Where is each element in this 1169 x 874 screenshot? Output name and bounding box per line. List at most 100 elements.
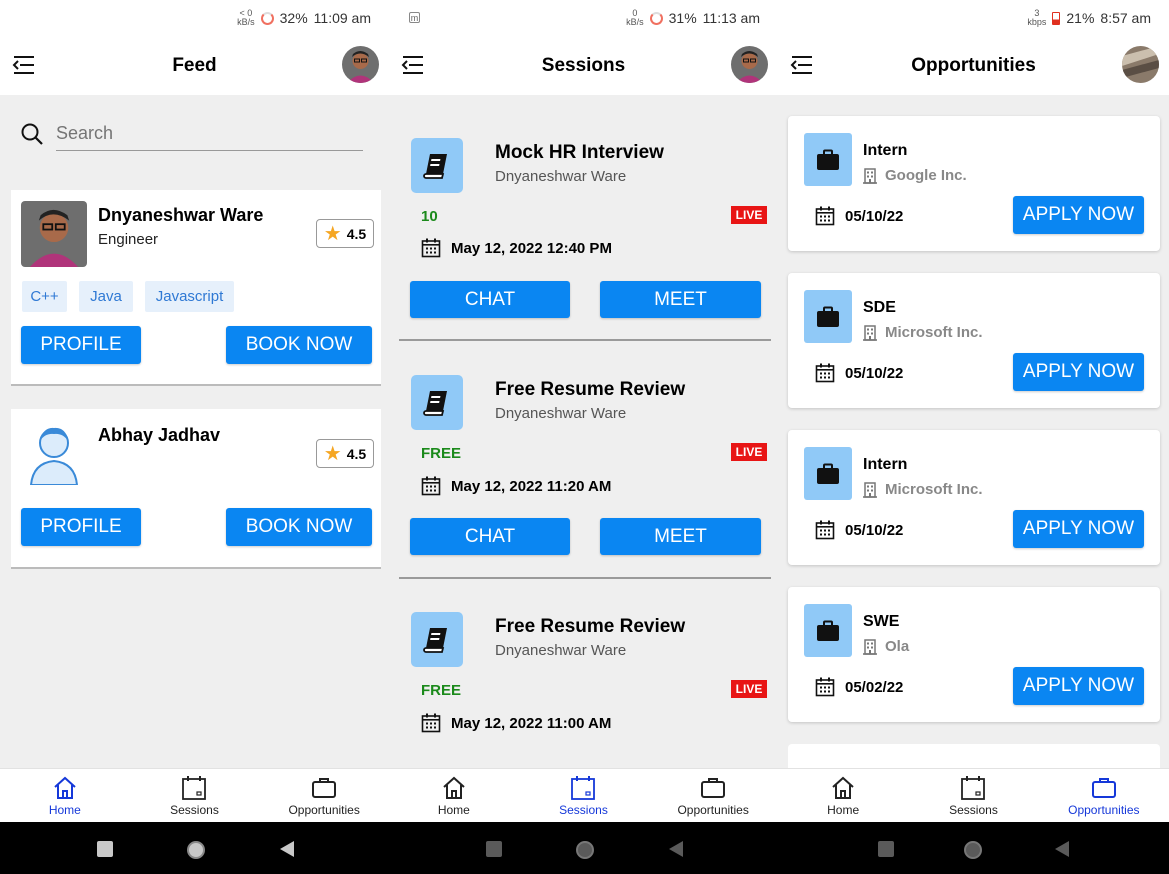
building-icon (863, 325, 877, 341)
search-icon[interactable] (20, 122, 44, 146)
app-bar: Opportunities (778, 36, 1169, 95)
nav-label: Home (437, 802, 470, 817)
network-speed-unit: kB/s (626, 17, 644, 27)
apply-now-button[interactable]: APPLY NOW (1013, 510, 1144, 548)
recents-icon[interactable] (485, 840, 503, 858)
briefcase-icon (804, 290, 852, 343)
user-placeholder-icon[interactable] (21, 419, 87, 485)
avatar[interactable] (731, 46, 768, 83)
nav-opportunities[interactable]: Opportunities (1049, 775, 1159, 817)
apply-now-button[interactable]: APPLY NOW (1013, 353, 1144, 391)
rating-badge: ★ 4.5 (316, 219, 374, 248)
briefcase-icon (700, 775, 726, 801)
notification-icon: m (409, 12, 420, 23)
avatar[interactable] (342, 46, 379, 83)
session-date: May 12, 2022 11:20 AM (421, 476, 611, 496)
opportunity-card[interactable]: SDE Microsoft Inc. 05/10/22 APPLY NOW (788, 273, 1160, 408)
nav-label: Sessions (949, 802, 998, 817)
book-now-button[interactable]: BOOK NOW (226, 326, 372, 364)
nav-label: Sessions (170, 802, 219, 817)
session-title: Free Resume Review (495, 379, 686, 400)
briefcase-icon (1091, 775, 1117, 801)
skill-tag: C++ (22, 281, 67, 312)
book-icon (411, 375, 463, 430)
network-speed-unit: kB/s (237, 17, 255, 27)
network-speed: 0 kB/s (626, 9, 644, 27)
menu-collapse-icon[interactable] (401, 55, 425, 75)
profile-button[interactable]: PROFILE (21, 508, 141, 546)
back-icon[interactable] (667, 840, 685, 858)
opportunity-role: SWE (863, 613, 900, 630)
skill-tag: Java (79, 281, 133, 312)
chat-button[interactable]: CHAT (410, 281, 570, 318)
opportunity-company: Google Inc. (863, 167, 967, 184)
session-title: Free Resume Review (495, 616, 686, 637)
back-icon[interactable] (1053, 840, 1071, 858)
menu-collapse-icon[interactable] (12, 55, 36, 75)
search-input[interactable] (56, 117, 363, 151)
nav-label: Sessions (559, 802, 608, 817)
home-button-icon[interactable] (963, 840, 983, 860)
building-icon (863, 482, 877, 498)
rating-value: 4.5 (346, 445, 367, 462)
battery-percent: 32% (279, 10, 308, 26)
session-host: Dnyaneshwar Ware (495, 642, 627, 659)
divider (399, 577, 771, 579)
bottom-nav: Home Sessions Opportunities (0, 768, 389, 822)
clock: 11:13 am (702, 10, 760, 26)
home-icon (830, 775, 856, 801)
home-button-icon[interactable] (186, 840, 206, 860)
opportunity-company: Ola (863, 638, 909, 655)
meet-button[interactable]: MEET (600, 281, 761, 318)
home-icon (441, 775, 467, 801)
session-host: Dnyaneshwar Ware (495, 168, 627, 185)
opportunity-role: Intern (863, 142, 908, 159)
apply-now-button[interactable]: APPLY NOW (1013, 196, 1144, 234)
nav-home[interactable]: Home (399, 775, 509, 817)
recents-icon[interactable] (96, 840, 114, 858)
calendar-icon (960, 775, 986, 801)
briefcase-icon (804, 447, 852, 500)
company-name: Microsoft Inc. (885, 481, 983, 498)
app-bar: Feed (0, 36, 389, 95)
nav-sessions[interactable]: Sessions (528, 775, 638, 817)
nav-opportunities[interactable]: Opportunities (269, 775, 379, 817)
nav-home[interactable]: Home (10, 775, 120, 817)
profile-button[interactable]: PROFILE (21, 326, 141, 364)
apply-now-button[interactable]: APPLY NOW (1013, 667, 1144, 705)
opportunity-date-text: 05/10/22 (845, 207, 904, 225)
calendar-icon (181, 775, 207, 801)
nav-sessions[interactable]: Sessions (918, 775, 1028, 817)
status-bar: < 0 kB/s 32% 11:09 am (0, 0, 389, 36)
opportunity-role: SDE (863, 299, 896, 316)
session-date: May 12, 2022 11:00 AM (421, 713, 611, 733)
mentor-name: Dnyaneshwar Ware (98, 205, 264, 225)
mentor-name: Abhay Jadhav (98, 425, 221, 445)
opportunity-card[interactable]: SWE Ola 05/02/22 APPLY NOW (788, 587, 1160, 722)
network-speed-unit: kbps (1027, 17, 1047, 27)
battery-icon (260, 11, 274, 25)
bottom-nav: Home Sessions Opportunities (778, 768, 1169, 822)
avatar[interactable] (1122, 46, 1159, 83)
book-now-button[interactable]: BOOK NOW (226, 508, 372, 546)
chat-button[interactable]: CHAT (410, 518, 570, 555)
menu-collapse-icon[interactable] (790, 55, 814, 75)
recents-icon[interactable] (877, 840, 895, 858)
home-icon (52, 775, 78, 801)
star-icon: ★ (323, 222, 342, 245)
opportunity-card[interactable]: Intern Google Inc. 05/10/22 APPLY NOW (788, 116, 1160, 251)
opportunity-date-text: 05/10/22 (845, 521, 904, 539)
star-icon: ★ (323, 442, 342, 465)
opportunity-card[interactable]: Intern Microsoft Inc. 05/10/22 APPLY NOW (788, 430, 1160, 565)
calendar-icon (815, 677, 835, 697)
meet-button[interactable]: MEET (600, 518, 761, 555)
nav-opportunities[interactable]: Opportunities (658, 775, 768, 817)
nav-sessions[interactable]: Sessions (139, 775, 249, 817)
session-date-text: May 12, 2022 11:00 AM (451, 714, 612, 732)
calendar-icon (421, 238, 441, 258)
nav-home[interactable]: Home (788, 775, 898, 817)
mentor-photo[interactable] (21, 201, 87, 267)
home-button-icon[interactable] (575, 840, 595, 860)
session-date-text: May 12, 2022 12:40 PM (451, 239, 612, 257)
back-icon[interactable] (278, 840, 296, 858)
